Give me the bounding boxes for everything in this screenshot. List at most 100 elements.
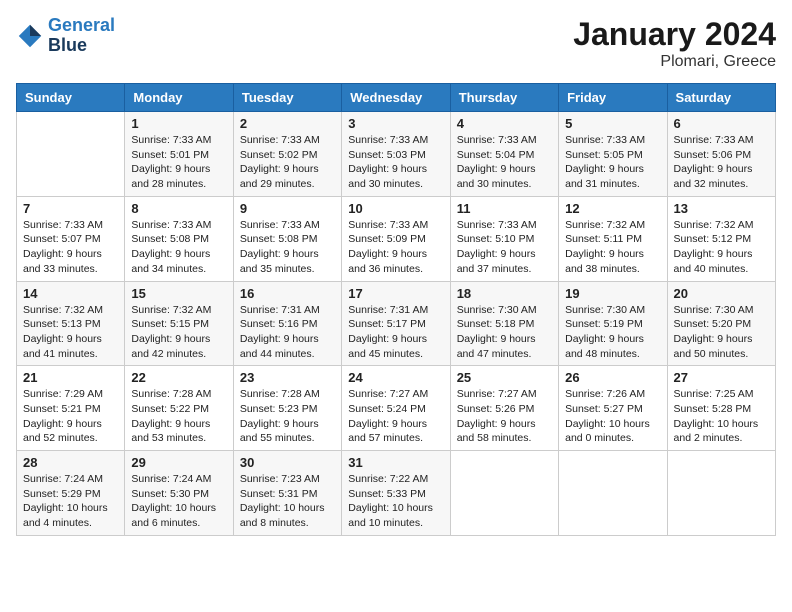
cell-w4-d4: 24 Sunrise: 7:27 AMSunset: 5:24 PMDayligh… (342, 366, 450, 451)
day-info-13: Sunrise: 7:32 AMSunset: 5:12 PMDaylight:… (674, 218, 769, 277)
day-info-12: Sunrise: 7:32 AMSunset: 5:11 PMDaylight:… (565, 218, 660, 277)
cell-w2-d5: 11 Sunrise: 7:33 AMSunset: 5:10 PMDayligh… (450, 196, 558, 281)
day-number-17: 17 (348, 286, 443, 301)
day-number-10: 10 (348, 201, 443, 216)
day-info-1: Sunrise: 7:33 AMSunset: 5:01 PMDaylight:… (131, 133, 226, 192)
day-info-4: Sunrise: 7:33 AMSunset: 5:04 PMDaylight:… (457, 133, 552, 192)
day-number-2: 2 (240, 116, 335, 131)
cell-w4-d2: 22Sunrise: 7:28 AMSunset: 5:22 PMDayligh… (125, 366, 233, 451)
title-block: January 2024 Plomari, Greece (573, 16, 776, 71)
day-number-30: 30 (240, 455, 335, 470)
cell-w2-d3: 9 Sunrise: 7:33 AMSunset: 5:08 PMDaylight… (233, 196, 341, 281)
header-saturday: Saturday (667, 84, 775, 112)
header-monday: Monday (125, 84, 233, 112)
day-number-23: 23 (240, 370, 335, 385)
week-row-2: 7Sunrise: 7:33 AMSunset: 5:07 PMDaylight… (17, 196, 776, 281)
day-info-17: Sunrise: 7:31 AMSunset: 5:17 PMDaylight:… (348, 303, 443, 362)
day-number-5: 5 (565, 116, 660, 131)
day-info-2: Sunrise: 7:33 AMSunset: 5:02 PMDaylight:… (240, 133, 335, 192)
cell-w1-d2: 1 Sunrise: 7:33 AMSunset: 5:01 PMDaylight… (125, 112, 233, 197)
cell-w3-d5: 18 Sunrise: 7:30 AMSunset: 5:18 PMDayligh… (450, 281, 558, 366)
day-number-1: 1 (131, 116, 226, 131)
cell-w1-d4: 3 Sunrise: 7:33 AMSunset: 5:03 PMDaylight… (342, 112, 450, 197)
day-info-29: Sunrise: 7:24 AMSunset: 5:30 PMDaylight:… (131, 472, 226, 531)
cell-w3-d2: 15 Sunrise: 7:32 AMSunset: 5:15 PMDayligh… (125, 281, 233, 366)
location: Plomari, Greece (573, 53, 776, 71)
page-header: General Blue January 2024 Plomari, Greec… (16, 16, 776, 71)
cell-w2-d2: 8 Sunrise: 7:33 AMSunset: 5:08 PMDaylight… (125, 196, 233, 281)
day-number-3: 3 (348, 116, 443, 131)
cell-w1-d7: 6 Sunrise: 7:33 AMSunset: 5:06 PMDaylight… (667, 112, 775, 197)
day-info-14: Sunrise: 7:32 AMSunset: 5:13 PMDaylight:… (23, 303, 118, 362)
day-number-6: 6 (674, 116, 769, 131)
day-info-28: Sunrise: 7:24 AMSunset: 5:29 PMDaylight:… (23, 472, 118, 531)
cell-w5-d6 (559, 451, 667, 536)
day-number-16: 16 (240, 286, 335, 301)
day-info-11: Sunrise: 7:33 AMSunset: 5:10 PMDaylight:… (457, 218, 552, 277)
day-number-29: 29 (131, 455, 226, 470)
day-number-24: 24 (348, 370, 443, 385)
day-number-18: 18 (457, 286, 552, 301)
day-info-25: Sunrise: 7:27 AMSunset: 5:26 PMDaylight:… (457, 387, 552, 446)
cell-w2-d4: 10 Sunrise: 7:33 AMSunset: 5:09 PMDayligh… (342, 196, 450, 281)
cell-w2-d7: 13 Sunrise: 7:32 AMSunset: 5:12 PMDayligh… (667, 196, 775, 281)
day-number-14: 14 (23, 286, 118, 301)
cell-w2-d6: 12 Sunrise: 7:32 AMSunset: 5:11 PMDayligh… (559, 196, 667, 281)
day-info-30: Sunrise: 7:23 AMSunset: 5:31 PMDaylight:… (240, 472, 335, 531)
day-info-31: Sunrise: 7:22 AMSunset: 5:33 PMDaylight:… (348, 472, 443, 531)
week-row-1: 1 Sunrise: 7:33 AMSunset: 5:01 PMDaylight… (17, 112, 776, 197)
day-info-21: Sunrise: 7:29 AMSunset: 5:21 PMDaylight:… (23, 387, 118, 446)
cell-w4-d1: 21 Sunrise: 7:29 AMSunset: 5:21 PMDayligh… (17, 366, 125, 451)
cell-w3-d4: 17 Sunrise: 7:31 AMSunset: 5:17 PMDayligh… (342, 281, 450, 366)
day-number-8: 8 (131, 201, 226, 216)
cell-w1-d6: 5Sunrise: 7:33 AMSunset: 5:05 PMDaylight… (559, 112, 667, 197)
week-row-3: 14 Sunrise: 7:32 AMSunset: 5:13 PMDayligh… (17, 281, 776, 366)
day-info-3: Sunrise: 7:33 AMSunset: 5:03 PMDaylight:… (348, 133, 443, 192)
month-title: January 2024 (573, 16, 776, 53)
day-number-12: 12 (565, 201, 660, 216)
day-number-4: 4 (457, 116, 552, 131)
day-info-9: Sunrise: 7:33 AMSunset: 5:08 PMDaylight:… (240, 218, 335, 277)
day-info-23: Sunrise: 7:28 AMSunset: 5:23 PMDaylight:… (240, 387, 335, 446)
week-row-4: 21 Sunrise: 7:29 AMSunset: 5:21 PMDayligh… (17, 366, 776, 451)
day-number-26: 26 (565, 370, 660, 385)
day-info-27: Sunrise: 7:25 AMSunset: 5:28 PMDaylight:… (674, 387, 769, 446)
logo: General Blue (16, 16, 115, 56)
day-info-24: Sunrise: 7:27 AMSunset: 5:24 PMDaylight:… (348, 387, 443, 446)
cell-w5-d7 (667, 451, 775, 536)
day-number-13: 13 (674, 201, 769, 216)
day-number-9: 9 (240, 201, 335, 216)
week-row-5: 28Sunrise: 7:24 AMSunset: 5:29 PMDayligh… (17, 451, 776, 536)
cell-w5-d4: 31 Sunrise: 7:22 AMSunset: 5:33 PMDayligh… (342, 451, 450, 536)
cell-w3-d3: 16 Sunrise: 7:31 AMSunset: 5:16 PMDayligh… (233, 281, 341, 366)
calendar-table: SundayMondayTuesdayWednesdayThursdayFrid… (16, 83, 776, 536)
day-info-15: Sunrise: 7:32 AMSunset: 5:15 PMDaylight:… (131, 303, 226, 362)
day-info-6: Sunrise: 7:33 AMSunset: 5:06 PMDaylight:… (674, 133, 769, 192)
day-info-18: Sunrise: 7:30 AMSunset: 5:18 PMDaylight:… (457, 303, 552, 362)
cell-w4-d6: 26 Sunrise: 7:26 AMSunset: 5:27 PMDayligh… (559, 366, 667, 451)
cell-w5-d3: 30 Sunrise: 7:23 AMSunset: 5:31 PMDayligh… (233, 451, 341, 536)
cell-w1-d5: 4 Sunrise: 7:33 AMSunset: 5:04 PMDaylight… (450, 112, 558, 197)
cell-w3-d1: 14 Sunrise: 7:32 AMSunset: 5:13 PMDayligh… (17, 281, 125, 366)
day-info-10: Sunrise: 7:33 AMSunset: 5:09 PMDaylight:… (348, 218, 443, 277)
day-number-22: 22 (131, 370, 226, 385)
day-info-8: Sunrise: 7:33 AMSunset: 5:08 PMDaylight:… (131, 218, 226, 277)
header-sunday: Sunday (17, 84, 125, 112)
day-number-21: 21 (23, 370, 118, 385)
cell-w2-d1: 7Sunrise: 7:33 AMSunset: 5:07 PMDaylight… (17, 196, 125, 281)
day-number-20: 20 (674, 286, 769, 301)
day-info-19: Sunrise: 7:30 AMSunset: 5:19 PMDaylight:… (565, 303, 660, 362)
cell-w3-d6: 19Sunrise: 7:30 AMSunset: 5:19 PMDayligh… (559, 281, 667, 366)
logo-text: General Blue (48, 16, 115, 56)
day-info-16: Sunrise: 7:31 AMSunset: 5:16 PMDaylight:… (240, 303, 335, 362)
header-tuesday: Tuesday (233, 84, 341, 112)
cell-w4-d7: 27 Sunrise: 7:25 AMSunset: 5:28 PMDayligh… (667, 366, 775, 451)
day-number-27: 27 (674, 370, 769, 385)
day-number-11: 11 (457, 201, 552, 216)
day-number-15: 15 (131, 286, 226, 301)
header-row: SundayMondayTuesdayWednesdayThursdayFrid… (17, 84, 776, 112)
cell-w4-d5: 25Sunrise: 7:27 AMSunset: 5:26 PMDayligh… (450, 366, 558, 451)
day-number-31: 31 (348, 455, 443, 470)
day-info-7: Sunrise: 7:33 AMSunset: 5:07 PMDaylight:… (23, 218, 118, 277)
day-info-26: Sunrise: 7:26 AMSunset: 5:27 PMDaylight:… (565, 387, 660, 446)
